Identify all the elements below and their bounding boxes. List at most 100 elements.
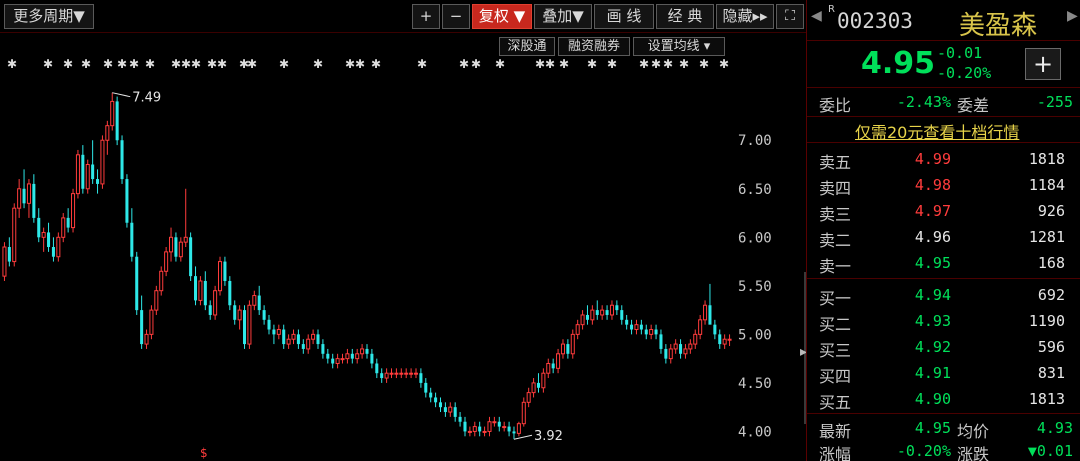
event-marker-icon[interactable]: ✱ <box>651 57 661 71</box>
candle-body <box>223 261 227 281</box>
candle-body <box>41 231 46 238</box>
candle <box>335 353 340 369</box>
candle-body <box>443 407 447 413</box>
candle <box>12 203 17 267</box>
event-marker-icon[interactable]: ✱ <box>607 57 617 71</box>
event-marker-icon[interactable]: ✱ <box>587 57 597 71</box>
event-marker-icon[interactable]: ✱ <box>247 57 257 71</box>
candle <box>531 378 536 398</box>
bid-price: 4.93 <box>914 312 951 330</box>
candle <box>536 373 540 393</box>
level10-promo-link[interactable]: 仅需20元查看十档行情 <box>855 119 1019 143</box>
margin-trading-button[interactable]: 融资融券 <box>558 37 630 56</box>
event-marker-icon[interactable]: ✱ <box>371 57 381 71</box>
candle <box>429 387 433 403</box>
classic-button[interactable]: 经 典 <box>656 4 714 29</box>
candle <box>144 329 149 349</box>
candle <box>679 339 683 359</box>
candle <box>75 149 80 199</box>
event-marker-icon[interactable]: ✱ <box>559 57 569 71</box>
kline-chart-area[interactable]: 更多周期▼ + − 复权 ▼ 叠加▼ 画 线 经 典 隐藏▸▸ ⛶ 深股通 融资… <box>0 0 806 461</box>
event-marker-icon[interactable]: ✱ <box>663 57 673 71</box>
bid-row[interactable]: 买二 4.93 1190 <box>807 307 1080 334</box>
bid-row[interactable]: 买一 4.94 692 <box>807 281 1080 308</box>
event-marker-icon[interactable]: ✱ <box>345 57 355 71</box>
ask-row[interactable]: 卖四 4.98 1184 <box>807 171 1080 198</box>
ma-settings-dropdown[interactable]: 设置均线 ▾ <box>633 37 725 56</box>
weicha-value: -255 <box>1036 93 1073 111</box>
event-marker-icon[interactable]: ✱ <box>471 57 481 71</box>
event-marker-icon[interactable]: ✱ <box>117 57 127 71</box>
ask-row[interactable]: 卖三 4.97 926 <box>807 197 1080 224</box>
candle <box>722 334 727 349</box>
event-marker-icon[interactable]: ✱ <box>279 57 289 71</box>
candle-body <box>634 324 639 331</box>
ask-row[interactable]: 卖一 4.95 168 <box>807 249 1080 276</box>
candle-body <box>718 334 722 345</box>
event-marker-icon[interactable]: ✱ <box>313 57 323 71</box>
candle-body <box>438 402 443 408</box>
event-marker-icon[interactable]: ✱ <box>699 57 709 71</box>
event-marker-icon[interactable]: ✱ <box>191 57 201 71</box>
event-marker-icon[interactable]: ✱ <box>129 57 139 71</box>
bid-row[interactable]: 买四 4.91 831 <box>807 359 1080 386</box>
draw-line-button[interactable]: 画 线 <box>594 4 654 29</box>
fuquan-dropdown[interactable]: 复权 ▼ <box>472 4 532 29</box>
overlay-dropdown[interactable]: 叠加▼ <box>534 4 592 29</box>
hide-button[interactable]: 隐藏▸▸ <box>716 4 774 29</box>
event-marker-icon[interactable]: ✱ <box>639 57 649 71</box>
candle <box>326 348 330 364</box>
prev-stock-arrow-icon[interactable]: ◀ <box>811 8 822 24</box>
event-marker-icon[interactable]: ✱ <box>217 57 227 71</box>
event-marker-icon[interactable]: ✱ <box>63 57 73 71</box>
event-marker-icon[interactable]: ✱ <box>43 57 53 71</box>
event-marker-icon[interactable]: ✱ <box>171 57 181 71</box>
candle-body <box>91 164 95 180</box>
candle <box>541 368 546 393</box>
event-marker-icon[interactable]: ✱ <box>495 57 505 71</box>
zoom-out-button[interactable]: − <box>442 4 470 29</box>
ask-row[interactable]: 卖二 4.96 1281 <box>807 223 1080 250</box>
event-marker-icon[interactable]: ✱ <box>81 57 91 71</box>
next-stock-arrow-icon[interactable]: ▶ <box>1067 8 1078 24</box>
candle <box>198 276 203 306</box>
candle <box>272 324 276 345</box>
candle <box>560 339 565 359</box>
event-marker-icon[interactable]: ✱ <box>103 57 113 71</box>
event-marker-icon[interactable]: ✱ <box>545 57 555 71</box>
add-watchlist-button[interactable]: + <box>1025 48 1061 80</box>
candlestick-chart[interactable]: ✱ ✱ ✱ ✱ ✱ ✱ ✱ ✱ ✱ ✱ ✱ ✱ ✱ ✱✱ ✱ ✱ ✱ ✱ ✱ ✱ ✱ ✱ ✱ ✱ ✱ ✱ ✱ ✱ ✱ ✱ ✱ ✱ ✱ ✱ 7.49… <box>0 56 806 461</box>
candle-body <box>448 406 453 413</box>
event-marker-icon[interactable]: ✱ <box>207 57 217 71</box>
event-marker-icon[interactable]: ✱ <box>355 57 365 71</box>
candle <box>257 285 261 315</box>
candle <box>115 96 119 146</box>
candle-body <box>194 276 198 301</box>
event-marker-icon[interactable]: ✱ <box>459 57 469 71</box>
event-marker-icon[interactable]: ✱ <box>145 57 155 71</box>
pct-label: 涨幅 <box>819 445 852 461</box>
candle <box>32 174 36 223</box>
ask-row[interactable]: 卖五 4.99 1818 <box>807 145 1080 172</box>
candle-body <box>252 295 257 306</box>
event-marker-icon[interactable]: ✱ <box>181 57 191 71</box>
chg-label: 涨跌 <box>957 445 990 461</box>
event-marker-icon[interactable]: ✱ <box>7 57 17 71</box>
candle-body <box>688 343 693 350</box>
sgt-button[interactable]: 深股通 <box>499 37 555 56</box>
event-marker-icon[interactable]: ✱ <box>719 57 729 71</box>
fullscreen-icon[interactable]: ⛶ <box>776 4 804 29</box>
candle <box>306 334 311 354</box>
event-marker-icon[interactable]: ✱ <box>535 57 545 71</box>
candle <box>100 135 105 189</box>
bid-row[interactable]: 买五 4.90 1813 <box>807 385 1080 412</box>
zoom-in-button[interactable]: + <box>412 4 440 29</box>
period-dropdown[interactable]: 更多周期▼ <box>4 4 94 29</box>
ask-volume: 1281 <box>1028 228 1065 246</box>
event-marker-icon[interactable]: ✱ <box>679 57 689 71</box>
bid-row[interactable]: 买三 4.92 596 <box>807 333 1080 360</box>
candle <box>399 368 404 379</box>
candle-body <box>120 140 124 180</box>
event-marker-icon[interactable]: ✱ <box>417 57 427 71</box>
extreme-annotations: 7.49 3.92 <box>112 91 563 444</box>
